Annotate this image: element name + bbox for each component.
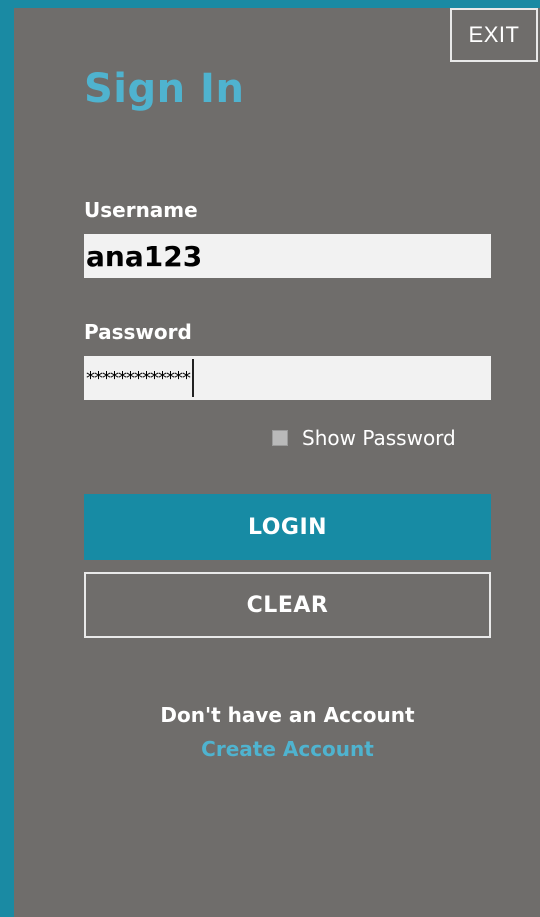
text-cursor	[192, 359, 194, 397]
exit-button[interactable]: EXIT	[450, 8, 538, 62]
login-panel	[14, 8, 540, 917]
show-password-toggle[interactable]: Show Password	[272, 426, 456, 450]
show-password-checkbox[interactable]	[272, 430, 288, 446]
page-title: Sign In	[84, 66, 245, 112]
password-value: *************	[86, 367, 191, 389]
login-button[interactable]: LOGIN	[84, 494, 491, 560]
username-input[interactable]: ana123	[84, 234, 491, 278]
password-input[interactable]: *************	[84, 356, 491, 400]
create-account-link[interactable]: Create Account	[84, 737, 491, 761]
password-label: Password	[84, 320, 192, 344]
clear-button[interactable]: CLEAR	[84, 572, 491, 638]
username-label: Username	[84, 198, 198, 222]
show-password-label: Show Password	[302, 426, 456, 450]
username-value: ana123	[86, 239, 203, 273]
no-account-text: Don't have an Account	[160, 703, 415, 727]
